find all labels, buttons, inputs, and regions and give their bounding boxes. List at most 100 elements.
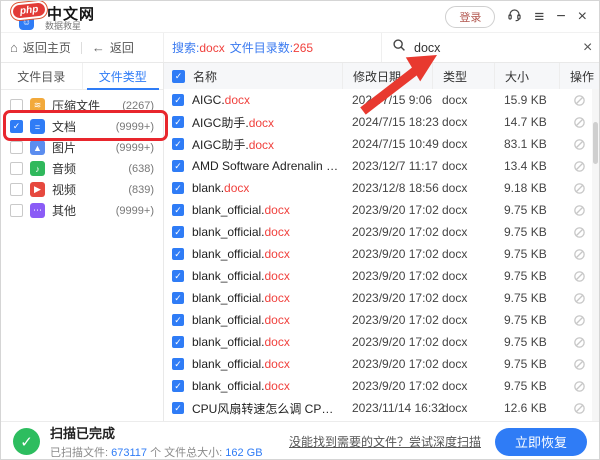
file-date: 2023/9/20 17:02 [342,247,432,261]
content: 文件目录 文件类型 ≋ 压缩文件 (2267) = 文档 (9999+) [1,63,599,421]
navbar: ⌂ 返回主页 ← 返回 搜索: docx 文件目录数: 265 × [1,33,599,63]
item-label: 其他 [52,202,109,219]
recover-now-button[interactable]: 立即恢复 [495,428,587,456]
scan-complete-check-icon [13,428,40,455]
file-type: docx [432,137,494,151]
sidebar-tabs: 文件目录 文件类型 [1,63,163,90]
statusbar: 扫描已完成 已扫描文件: 673117 个 文件总大小: 162 GB 没能找到… [1,421,599,460]
back-button[interactable]: 返回 [110,39,134,56]
table-body: AIGC.docx 2024/7/15 9:06 docx 15.9 KB [164,89,599,419]
table-row[interactable]: blank_official.docx 2023/9/20 17:02 docx… [164,221,599,243]
menu-icon[interactable]: ≡ [534,9,544,25]
item-label: 视频 [52,181,121,198]
file-size: 12.6 KB [494,401,559,415]
item-checkbox[interactable] [10,183,23,196]
item-checkbox[interactable] [10,204,23,217]
table-header: 名称 修改日期 类型 大小 操作 [164,63,599,89]
deep-scan-link[interactable]: 没能找到需要的文件？尝试深度扫描 [289,433,481,450]
file-name: AIGC助手.docx [192,114,274,131]
row-checkbox[interactable] [172,402,184,414]
scan-status-detail: 已扫描文件: 673117 个 文件总大小: 162 GB [50,444,263,460]
item-count: (638) [128,163,154,175]
login-button[interactable]: 登录 [445,6,495,28]
app-window: php ☺ 中文网 数据救星 登录 ≡ − × ⌂ 返回主页 [0,0,600,460]
row-checkbox[interactable] [172,380,184,392]
file-name: blank_official.docx [192,291,290,305]
sidebar-item[interactable]: ▶ 视频 (839) [1,179,163,200]
tab-file-directory[interactable]: 文件目录 [1,63,82,89]
row-checkbox[interactable] [172,138,184,150]
table-row[interactable]: CPU风扇转速怎么调 CPU风扇转... 2023/11/14 16:32 do… [164,397,599,419]
file-size: 9.75 KB [494,291,559,305]
scrollbar-thumb[interactable] [593,122,598,164]
file-name: blank.docx [192,181,249,195]
item-checkbox[interactable] [10,162,23,175]
select-all-checkbox[interactable] [172,70,185,83]
scrollbar-track[interactable] [592,89,599,421]
item-count: (9999+) [116,121,154,133]
file-date: 2023/12/8 18:56 [342,181,432,195]
table-row[interactable]: blank_official.docx 2023/9/20 17:02 docx… [164,309,599,331]
file-type: docx [432,379,494,393]
back-home-button[interactable]: 返回主页 [23,39,71,56]
file-size: 9.75 KB [494,357,559,371]
total-size: 162 GB [225,447,262,459]
scan-status-title: 扫描已完成 [50,423,263,442]
file-size: 9.18 KB [494,181,559,195]
table-row[interactable]: blank_official.docx 2023/9/20 17:02 docx… [164,353,599,375]
file-type: docx [432,401,494,415]
tab-file-type[interactable]: 文件类型 [82,63,164,89]
row-checkbox[interactable] [172,270,184,282]
search-input[interactable] [414,41,575,55]
item-checkbox[interactable] [10,141,23,154]
table-row[interactable]: blank_official.docx 2023/9/20 17:02 docx… [164,331,599,353]
table-row[interactable]: AIGC助手.docx 2024/7/15 10:49 docx 83.1 KB [164,133,599,155]
file-name: blank_official.docx [192,357,290,371]
table-row[interactable]: AMD Software Adrenalin Editio... 2023/12… [164,155,599,177]
table-row[interactable]: AIGC助手.docx 2024/7/15 18:23 docx 14.7 KB [164,111,599,133]
file-type-list: ≋ 压缩文件 (2267) = 文档 (9999+) ▲ 图片 (9999+) [1,90,163,221]
table-row[interactable]: blank_official.docx 2023/9/20 17:02 docx… [164,265,599,287]
clear-search-icon[interactable]: × [583,39,592,57]
row-checkbox[interactable] [172,116,184,128]
file-date: 2023/9/20 17:02 [342,225,432,239]
row-checkbox[interactable] [172,94,184,106]
table-row[interactable]: blank_official.docx 2023/9/20 17:02 docx… [164,243,599,265]
back-arrow-icon: ← [92,40,105,55]
item-count: (839) [128,184,154,196]
row-checkbox[interactable] [172,358,184,370]
file-date: 2023/9/20 17:02 [342,379,432,393]
table-row[interactable]: blank_official.docx 2023/9/20 17:02 docx… [164,287,599,309]
file-size: 9.75 KB [494,379,559,393]
file-type: docx [432,269,494,283]
table-row[interactable]: blank.docx 2023/12/8 18:56 docx 9.18 KB [164,177,599,199]
file-name: blank_official.docx [192,335,290,349]
close-icon[interactable]: × [578,9,587,25]
sidebar-item[interactable]: ▲ 图片 (9999+) [1,137,163,158]
row-checkbox[interactable] [172,292,184,304]
row-checkbox[interactable] [172,314,184,326]
sidebar-item[interactable]: ≋ 压缩文件 (2267) [1,95,163,116]
sidebar-item[interactable]: = 文档 (9999+) [1,116,163,137]
support-headset-icon[interactable] [507,7,522,26]
row-checkbox[interactable] [172,226,184,238]
row-checkbox[interactable] [172,204,184,216]
minimize-icon[interactable]: − [556,9,565,25]
table-row[interactable]: blank_official.docx 2023/9/20 17:02 docx… [164,375,599,397]
row-checkbox[interactable] [172,160,184,172]
row-checkbox[interactable] [172,336,184,348]
item-checkbox[interactable] [10,120,23,133]
sidebar-item[interactable]: ⋯ 其他 (9999+) [1,200,163,221]
header-name: 名称 [164,63,342,89]
row-checkbox[interactable] [172,182,184,194]
file-type: docx [432,335,494,349]
php-logo-badge: php [12,2,46,18]
file-size: 9.75 KB [494,269,559,283]
table-row[interactable]: AIGC.docx 2024/7/15 9:06 docx 15.9 KB [164,89,599,111]
file-date: 2023/9/20 17:02 [342,203,432,217]
item-checkbox[interactable] [10,99,23,112]
row-checkbox[interactable] [172,248,184,260]
table-row[interactable]: blank_official.docx 2023/9/20 17:02 docx… [164,199,599,221]
item-count: (2267) [122,100,154,112]
sidebar-item[interactable]: ♪ 音频 (638) [1,158,163,179]
